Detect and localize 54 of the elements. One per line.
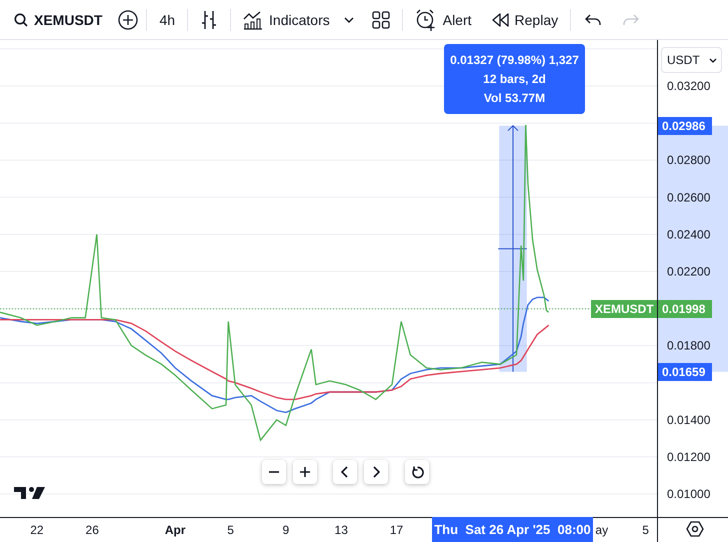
- measure-text: Vol 53.77M: [484, 91, 546, 105]
- range-midline: [498, 248, 528, 250]
- chevron-down-icon: [709, 58, 717, 62]
- alert-button[interactable]: Alert: [410, 4, 476, 34]
- range-low-label: 0.01659: [658, 362, 712, 381]
- date-tick-label: 5: [227, 523, 234, 537]
- scroll-left-button[interactable]: [333, 460, 357, 484]
- zoom-out-button[interactable]: [262, 460, 286, 484]
- indicators-button[interactable]: Indicators: [239, 6, 334, 34]
- price-tick-label: 0.01400: [667, 412, 710, 427]
- date-tick-label: 13: [334, 523, 348, 537]
- range-high-label: 0.02986: [658, 116, 712, 135]
- plus-icon: [299, 466, 311, 478]
- zoom-in-button[interactable]: [293, 460, 317, 484]
- rewind-icon: [492, 12, 509, 26]
- search-icon: [14, 12, 28, 26]
- reset-icon: [410, 466, 424, 478]
- scroll-right-button[interactable]: [364, 460, 388, 484]
- date-tick-label: Apr: [164, 523, 186, 537]
- price-tick-label: 0.01000: [667, 487, 710, 501]
- add-symbol-icon[interactable]: [118, 10, 138, 30]
- undo-icon[interactable]: [585, 14, 602, 26]
- chevron-down-icon[interactable]: [344, 16, 354, 22]
- interval-button[interactable]: 4h: [155, 8, 180, 32]
- symbol-search[interactable]: XEMUSDT: [10, 8, 106, 32]
- date-tick-label: 5: [642, 523, 649, 537]
- chevron-left-icon: [341, 466, 349, 478]
- measure-text: 12 bars, 2d: [483, 72, 546, 86]
- chart-icon: [243, 10, 264, 30]
- date-tick-label: 9: [282, 523, 290, 537]
- date-tick-label: 17: [390, 523, 404, 537]
- price-tick-label: 0.01800: [667, 338, 710, 353]
- date-tick-label: ay: [595, 523, 608, 537]
- symbol-price-label: XEMUSDT: [591, 300, 657, 318]
- price-tick-label: 0.02600: [667, 190, 710, 204]
- logo-icon: [14, 487, 45, 499]
- measure-text: 0.01327 (79.98%) 1,327: [450, 53, 579, 67]
- price-tick-label: 0.01200: [667, 450, 710, 464]
- price-tick-label: 0.02800: [667, 153, 710, 168]
- crosshair-time-label: Thu Sat 26 Apr '25 08:00: [432, 517, 593, 542]
- alarm-clock-icon: [414, 8, 437, 30]
- price-tick-label: 0.02200: [667, 264, 710, 278]
- layout-grid-icon[interactable]: [372, 10, 390, 28]
- price-tick-label: 0.02400: [667, 227, 710, 242]
- price-tick-label: 0.03200: [667, 79, 710, 93]
- date-tick-label: 22: [30, 523, 44, 537]
- bars-icon[interactable]: [200, 10, 218, 30]
- replay-button[interactable]: Replay: [488, 8, 562, 32]
- last-price-label: 0.01998: [658, 300, 712, 318]
- reset-button[interactable]: [405, 460, 429, 484]
- settings-icon[interactable]: [686, 521, 704, 537]
- chevron-right-icon: [372, 466, 380, 478]
- date-tick-label: 26: [86, 523, 99, 537]
- currency-dropdown[interactable]: USDT: [661, 47, 722, 73]
